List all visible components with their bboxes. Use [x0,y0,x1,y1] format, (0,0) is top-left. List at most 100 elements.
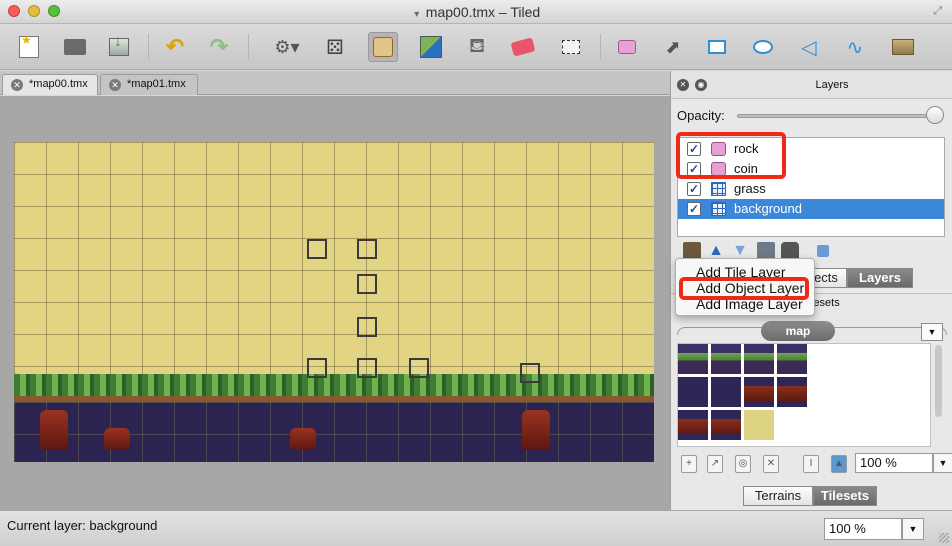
fullscreen-icon[interactable]: ⤢ [933,5,942,18]
redo-icon: ↷ [209,34,229,59]
map-canvas[interactable] [0,96,670,510]
rectangular-select-button[interactable] [556,32,586,62]
stump-decoration [40,410,68,450]
layer-row-grass[interactable]: ✓ grass [678,179,944,199]
tile[interactable] [711,377,743,409]
tileset-view[interactable] [677,343,931,447]
toolbar-separator [148,34,149,60]
coin-object[interactable] [357,317,377,337]
rock-object[interactable] [307,358,327,378]
tab-label: *map00.tmx [29,78,88,90]
bucket-fill-button[interactable]: ⛾ [462,32,492,62]
stump-decoration [104,428,130,450]
visibility-checkbox[interactable]: ✓ [687,182,701,196]
tab-layers[interactable]: Layers [847,268,913,288]
edit-polygons-button[interactable]: ⬈ [658,32,688,62]
random-mode-button[interactable]: ⚙▾ [272,32,302,62]
dice-icon: ⚄ [326,36,344,59]
stamp-brush-button[interactable] [368,32,398,62]
insert-polygon-button[interactable]: ◁ [794,32,824,62]
insert-tile-button[interactable] [888,32,918,62]
tab-tilesets[interactable]: Tilesets [813,486,877,506]
edit-terrain-icon[interactable]: ◎ [735,455,751,473]
visibility-checkbox[interactable]: ✓ [687,202,701,216]
tab-tilesets-label: Tilesets [820,488,870,503]
insert-polyline-button[interactable]: ∿ [840,32,870,62]
coin-object[interactable] [357,239,377,259]
rock-object[interactable] [307,239,327,259]
select-objects-button[interactable] [612,32,642,62]
tileset-menu-button[interactable]: ▼ [921,323,943,341]
stump-decoration [522,410,550,450]
layer-row-background[interactable]: ✓ background [678,199,944,219]
tile[interactable] [678,377,710,409]
new-map-button[interactable] [14,32,44,62]
delete-tileset-icon[interactable]: ✕ [763,455,779,473]
opacity-slider-handle[interactable] [926,106,944,124]
zoom-dropdown[interactable]: ▼ [902,518,924,540]
undo-button[interactable]: ↶ [160,32,190,62]
tile[interactable] [744,410,776,442]
tile[interactable] [777,377,809,409]
layer-name: background [734,201,802,216]
tileset-zoom-dropdown[interactable]: ▼ [933,453,952,473]
coin-object[interactable] [357,274,377,294]
import-tileset-icon[interactable]: ↗ [707,455,723,473]
redo-button[interactable]: ↷ [204,32,234,62]
new-tileset-icon[interactable]: + [681,455,697,473]
insert-tile-icon [892,39,914,55]
coin-object[interactable] [357,358,377,378]
save-file-button[interactable] [104,32,134,62]
insert-ellipse-button[interactable] [748,32,778,62]
tab-map01[interactable]: ✕ *map01.tmx [100,74,198,95]
window-title-container: ▾ map00.tmx – Tiled [0,4,952,20]
random-mode-icon: ⚙▾ [274,36,300,57]
tile[interactable] [678,410,710,442]
tileset-tab-map[interactable]: map [761,321,835,341]
rock-object[interactable] [520,363,540,383]
close-tab-icon[interactable]: ✕ [11,79,23,91]
tab-map00[interactable]: ✕ *map00.tmx [2,74,98,95]
tileset-scrollbar[interactable] [933,343,943,447]
save-file-icon [109,33,129,56]
tile-layer-icon [711,182,726,196]
opacity-slider[interactable] [737,114,935,118]
tile[interactable] [777,344,809,376]
insert-rectangle-icon [708,40,726,54]
tile[interactable] [711,344,743,376]
toggle-other-layers-icon[interactable] [817,245,829,257]
insert-ellipse-icon [753,40,773,54]
zoom-value: 100 % [829,521,866,536]
zoom-field[interactable]: 100 % [824,518,902,540]
tileset-name: map [785,324,811,338]
tab-objects-label: ects [814,270,838,285]
terrain-brush-button[interactable] [416,32,446,62]
tile[interactable] [744,344,776,376]
select-objects-icon [618,40,636,54]
resize-grip-icon[interactable] [939,533,949,543]
insert-rectangle-button[interactable] [702,32,732,62]
dice-button[interactable]: ⚄ [320,32,350,62]
tile[interactable] [678,344,710,376]
tileset-image-icon[interactable]: ▲ [831,455,847,473]
open-file-button[interactable] [60,32,90,62]
close-tab-icon[interactable]: ✕ [109,79,121,91]
highlight-add-object-layer [679,277,809,300]
tileset-toolbar: + ↗ ◎ ✕ I ▲ 100 % ▼ [677,451,952,477]
title-bar: ▾ map00.tmx – Tiled ⤢ [0,0,952,24]
highlight-object-layers [676,132,786,179]
tab-terrains[interactable]: Terrains [743,486,813,506]
tile[interactable] [711,410,743,442]
eraser-button[interactable] [508,32,538,62]
document-tabs: ✕ *map00.tmx ✕ *map01.tmx [0,71,670,95]
panel-title: Layers [815,79,849,91]
tile[interactable] [744,377,776,409]
scrollbar-thumb[interactable] [935,345,942,417]
coin-object[interactable] [409,358,429,378]
tile-map[interactable] [14,142,654,462]
tileset-zoom-field[interactable]: 100 % [855,453,933,473]
document-icon: ▾ [414,9,420,20]
tileset-properties-icon[interactable]: I [803,455,819,473]
current-layer-status: Current layer: background [7,518,158,533]
tileset-zoom-value: 100 % [860,455,897,470]
